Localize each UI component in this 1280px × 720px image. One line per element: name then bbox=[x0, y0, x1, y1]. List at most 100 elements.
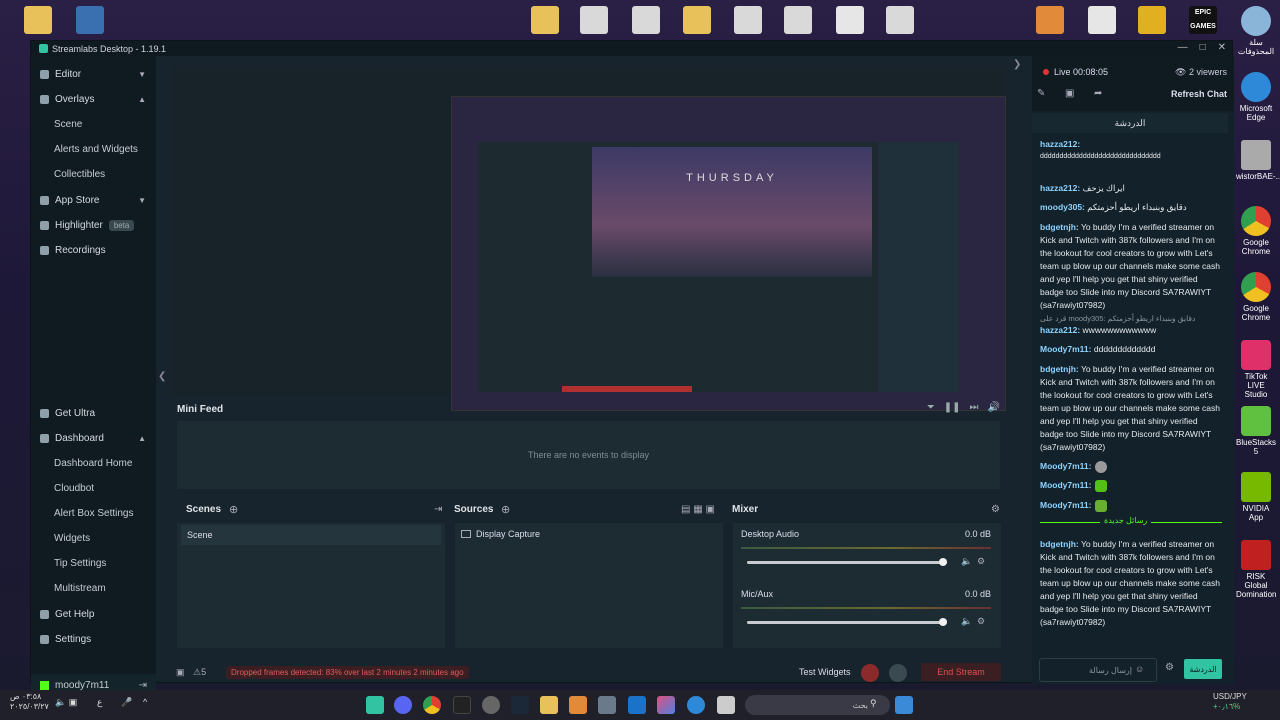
source-tools-icon[interactable]: ▤ ▦ ▣ bbox=[681, 504, 715, 515]
settings-file-icon[interactable] bbox=[632, 6, 660, 34]
nav-get-ultra[interactable]: Get Ultra bbox=[31, 402, 156, 424]
store-taskbar-icon[interactable] bbox=[598, 696, 616, 714]
folder-icon[interactable] bbox=[24, 6, 52, 34]
folder-icon[interactable] bbox=[683, 6, 711, 34]
nav-collectibles[interactable]: Collectibles bbox=[31, 163, 156, 185]
copilot-taskbar-icon[interactable] bbox=[657, 696, 675, 714]
nav-alert-box-settings[interactable]: Alert Box Settings bbox=[31, 502, 156, 524]
slider-knob[interactable] bbox=[939, 618, 947, 626]
edge-taskbar-icon[interactable] bbox=[687, 696, 705, 714]
close-icon[interactable]: ✕ bbox=[1218, 42, 1226, 53]
terminal-taskbar-icon[interactable] bbox=[453, 696, 471, 714]
chevron-up-icon[interactable]: ^ bbox=[143, 697, 147, 707]
speaker-icon[interactable]: 🔈 bbox=[961, 616, 972, 627]
replay-button[interactable] bbox=[889, 664, 907, 682]
nav-widgets[interactable]: Widgets bbox=[31, 527, 156, 549]
scene-transition-icon[interactable]: ⇥ bbox=[434, 504, 442, 515]
microphone-icon[interactable]: 🎤 bbox=[121, 697, 132, 708]
risk-shortcut[interactable]: RISK Global Domination bbox=[1236, 540, 1276, 599]
task-view-taskbar-icon[interactable] bbox=[717, 696, 735, 714]
scene-row[interactable]: Scene bbox=[181, 525, 441, 545]
collapse-right-icon[interactable]: ❯ bbox=[1013, 59, 1021, 70]
minimize-icon[interactable]: — bbox=[1178, 42, 1188, 53]
add-scene-icon[interactable]: ⊕ bbox=[229, 503, 238, 516]
settings-file-icon[interactable] bbox=[886, 6, 914, 34]
file-explorer-taskbar-icon[interactable] bbox=[540, 696, 558, 714]
mixer-settings-gear-icon[interactable]: ⚙ bbox=[991, 504, 1000, 515]
nav-get-help[interactable]: Get Help bbox=[31, 603, 156, 625]
gear-icon[interactable]: ⚙ bbox=[977, 616, 985, 627]
stream-preview[interactable]: THURSDAY bbox=[451, 96, 1006, 411]
chat-send-button[interactable]: الدردشة bbox=[1184, 659, 1222, 679]
chrome-shortcut[interactable]: Google Chrome bbox=[1236, 272, 1276, 322]
epic-games-icon[interactable]: EPIC GAMES bbox=[1189, 6, 1217, 34]
nav-recordings[interactable]: Recordings bbox=[31, 239, 156, 261]
nav-dashboard-home[interactable]: Dashboard Home bbox=[31, 452, 156, 474]
steam-taskbar-icon[interactable] bbox=[511, 696, 529, 714]
filter-icon[interactable]: ⏷ bbox=[927, 402, 935, 413]
volume-slider[interactable] bbox=[747, 618, 947, 626]
rockstar-icon[interactable] bbox=[1138, 6, 1166, 34]
add-source-icon[interactable]: ⊕ bbox=[501, 503, 510, 516]
chrome-taskbar-icon[interactable] bbox=[423, 696, 441, 714]
settings-taskbar-icon[interactable] bbox=[482, 696, 500, 714]
tiktok-shortcut[interactable]: TikTok LIVE Studio bbox=[1236, 340, 1276, 399]
edge-shortcut[interactable]: Microsoft Edge bbox=[1236, 72, 1276, 122]
maximize-icon[interactable]: □ bbox=[1200, 42, 1206, 53]
nvidia-shortcut[interactable]: NVIDIA App bbox=[1236, 472, 1276, 522]
stats-icon[interactable]: ▣ bbox=[176, 667, 185, 678]
file-shortcut[interactable]: wistorBAE-... bbox=[1236, 140, 1280, 181]
discord-taskbar-icon[interactable] bbox=[394, 696, 412, 714]
logout-icon[interactable]: ⇥ bbox=[139, 680, 147, 691]
chat-settings-gear-icon[interactable]: ⚙ bbox=[1165, 662, 1174, 673]
rocket-league-icon[interactable] bbox=[76, 6, 104, 34]
outlook-taskbar-icon[interactable] bbox=[628, 696, 646, 714]
popout-icon[interactable]: ▣ bbox=[1065, 88, 1074, 99]
refresh-chat-button[interactable]: Refresh Chat bbox=[1171, 89, 1227, 99]
start-icon[interactable] bbox=[895, 696, 913, 714]
folder-icon[interactable] bbox=[531, 6, 559, 34]
document-icon[interactable] bbox=[1088, 6, 1116, 34]
stock-widget[interactable]: USD/JPY +٠٫١٦% bbox=[1213, 692, 1247, 712]
end-stream-button[interactable]: End Stream bbox=[921, 663, 1001, 681]
volume-slider[interactable] bbox=[747, 558, 947, 566]
edit-icon[interactable]: ✎ bbox=[1037, 88, 1045, 99]
warning-count[interactable]: ⚠5 bbox=[193, 667, 206, 678]
language-indicator[interactable]: ع bbox=[97, 697, 102, 708]
skip-icon[interactable]: ⏭ bbox=[970, 402, 979, 413]
nav-highlighter[interactable]: Highlighter beta bbox=[31, 214, 156, 236]
source-row[interactable]: Display Capture bbox=[461, 529, 540, 539]
nav-settings[interactable]: Settings bbox=[31, 628, 156, 650]
taskbar-clock[interactable]: ٠٣:٥٨ ص ٢٠٢٥/٠٣/٢٧ bbox=[10, 692, 49, 712]
chrome-shortcut[interactable]: Google Chrome bbox=[1236, 206, 1276, 256]
speaker-icon[interactable]: 🔈 bbox=[961, 556, 972, 567]
settings-file-icon[interactable] bbox=[784, 6, 812, 34]
settings-file-icon[interactable] bbox=[734, 6, 762, 34]
record-button[interactable] bbox=[861, 664, 879, 682]
app-shortcut-icon[interactable] bbox=[1036, 6, 1064, 34]
test-widgets-button[interactable]: Test Widgets bbox=[799, 667, 851, 677]
nav-alerts-widgets[interactable]: Alerts and Widgets bbox=[31, 138, 156, 160]
nav-overlays[interactable]: Overlays ▲ bbox=[31, 88, 156, 110]
document-icon[interactable] bbox=[836, 6, 864, 34]
bluestacks-shortcut[interactable]: BlueStacks 5 bbox=[1236, 406, 1276, 456]
share-icon[interactable]: ➦ bbox=[1094, 88, 1102, 99]
nav-editor[interactable]: Editor ▼ bbox=[31, 63, 156, 85]
notification-icons[interactable]: 🔈 ▣ bbox=[55, 697, 77, 708]
volume-icon[interactable]: 🔊 bbox=[988, 402, 1000, 413]
collapse-left-icon[interactable]: ❮ bbox=[158, 371, 166, 382]
nav-dashboard[interactable]: Dashboard ▲ bbox=[31, 427, 156, 449]
nav-scene[interactable]: Scene bbox=[31, 113, 156, 135]
settings-file-icon[interactable] bbox=[580, 6, 608, 34]
streamlabs-taskbar-icon[interactable] bbox=[366, 696, 384, 714]
nav-tip-settings[interactable]: Tip Settings bbox=[31, 552, 156, 574]
taskbar-search[interactable]: بحث bbox=[745, 695, 890, 715]
slider-knob[interactable] bbox=[939, 558, 947, 566]
gear-icon[interactable]: ⚙ bbox=[977, 556, 985, 567]
pause-icon[interactable]: ❚❚ bbox=[944, 402, 961, 413]
nav-multistream[interactable]: Multistream bbox=[31, 577, 156, 599]
nav-cloudbot[interactable]: Cloudbot bbox=[31, 477, 156, 499]
app-taskbar-icon[interactable] bbox=[569, 696, 587, 714]
nav-app-store[interactable]: App Store ▼ bbox=[31, 189, 156, 211]
emoji-icon[interactable]: ☺ bbox=[1135, 664, 1144, 674]
